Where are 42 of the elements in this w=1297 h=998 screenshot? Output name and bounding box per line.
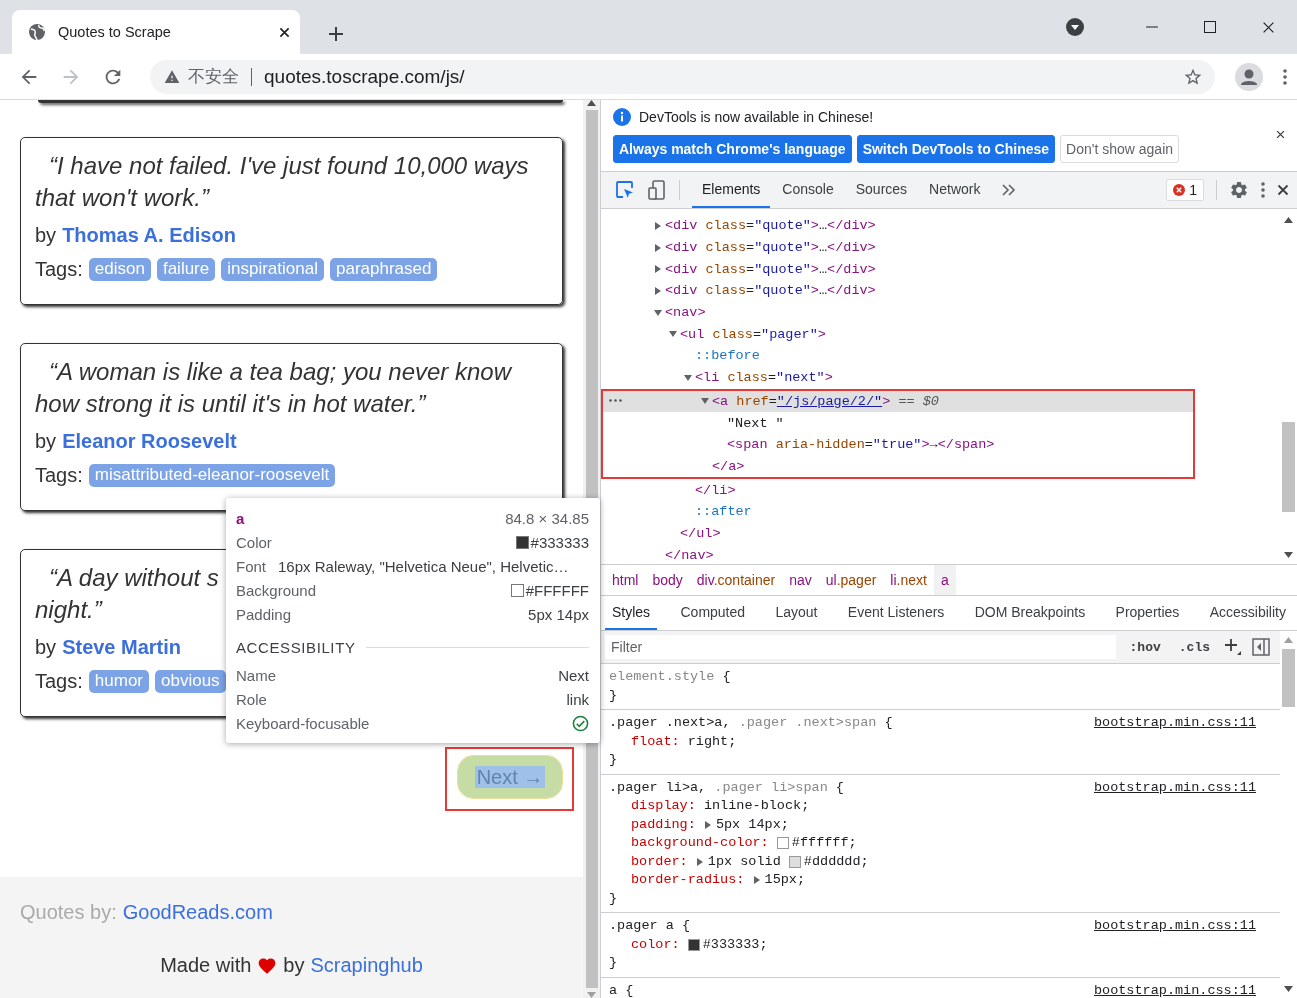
tags-label: Tags: — [35, 258, 83, 281]
quote-text: “I have not failed. I've just found 10,000 ways that won't work.” — [35, 151, 530, 213]
css-brace: } — [609, 752, 618, 767]
quote-text: “A day without s night.” — [35, 563, 219, 625]
property-value: 16px Raleway, "Helvetica Neue", Helvetic… — [278, 557, 569, 575]
by-label: by — [35, 223, 57, 247]
property-value: #FFFFFF — [525, 581, 589, 599]
tags-label: Tags: — [35, 464, 83, 487]
infobar-message: DevTools is now available in Chinese! — [639, 109, 874, 125]
property-label: Background — [236, 581, 317, 599]
property-label: Color — [236, 533, 272, 551]
css-brace: } — [609, 955, 618, 970]
property-label: Padding — [236, 605, 292, 623]
element-size: 84.8 × 34.85 — [505, 509, 589, 527]
credit-label: Quotes by: — [20, 901, 117, 924]
property-label: Role — [236, 690, 267, 708]
css-brace: { — [625, 982, 634, 998]
section-title: ACCESSIBILITY — [236, 638, 356, 656]
css-brace: { — [722, 669, 731, 684]
property-value: #333333 — [530, 533, 589, 551]
security-label: 不安全 — [188, 66, 239, 88]
css-brace: } — [609, 687, 618, 703]
tab-title: Quotes to Scrape — [58, 24, 172, 40]
property-value: 5px 14px — [528, 605, 589, 623]
property-label: Keyboard-focusable — [236, 714, 370, 732]
property-label: Font — [236, 557, 266, 575]
property-label: Name — [236, 666, 276, 684]
by-text: by — [283, 954, 305, 977]
by-label: by — [35, 635, 57, 659]
tags-label: Tags: — [35, 670, 83, 693]
css-brace: { — [835, 779, 844, 795]
by-label: by — [35, 429, 57, 453]
quote-text: “A woman is like a tea bag; you never know how strong it is until it's in hot water.” — [35, 357, 513, 419]
css-brace: { — [681, 918, 691, 933]
css-brace: { — [884, 715, 893, 730]
property-value: link — [566, 690, 589, 708]
element-tag: a — [236, 509, 245, 527]
error-count: 1 — [1189, 182, 1197, 198]
property-value: Next — [558, 666, 589, 684]
made-with-text: Made with — [160, 954, 252, 977]
url-text: quotes.toscrape.com/js/ — [264, 65, 466, 88]
css-brace: } — [609, 890, 618, 906]
